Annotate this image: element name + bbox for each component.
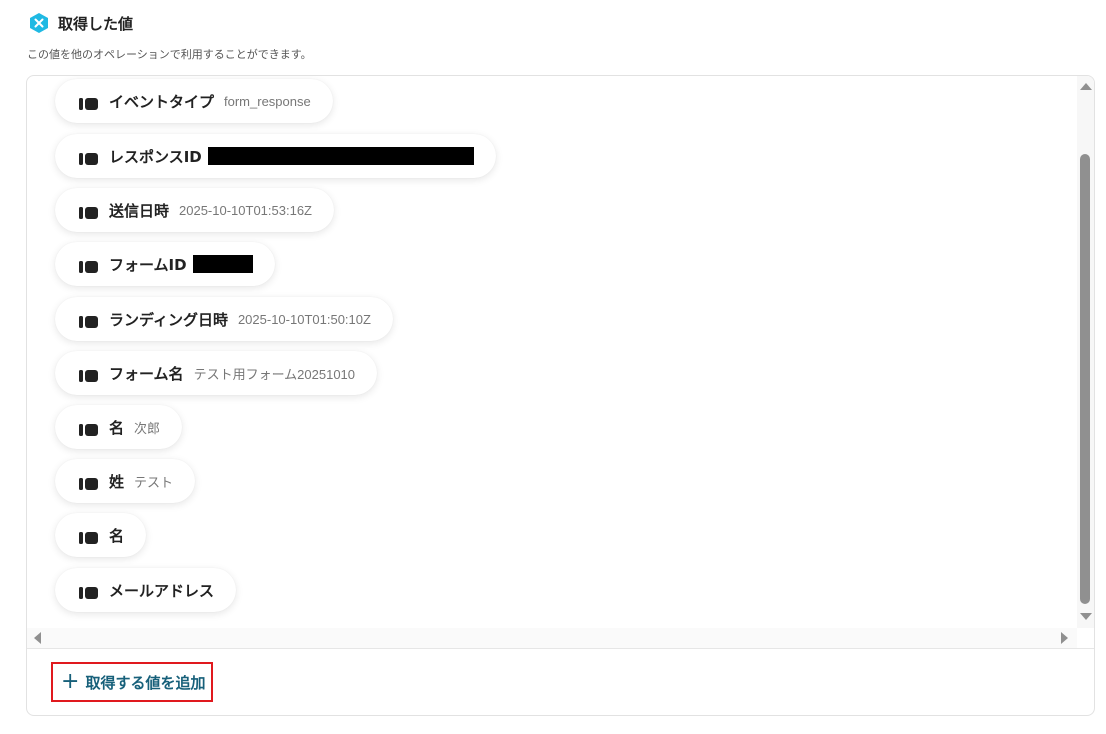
field-chip[interactable]: レスポンスID: [55, 134, 496, 178]
scroll-right-arrow-icon[interactable]: [1061, 632, 1068, 644]
field-tag-icon: [79, 258, 99, 273]
field-tag-icon: [79, 421, 99, 436]
field-value: テスト: [134, 474, 174, 490]
field-label: ランディング日時: [109, 310, 228, 329]
section-title: 取得した値: [58, 14, 134, 33]
field-value: 2025-10-10T01:50:10Z: [237, 311, 371, 327]
add-value-label: 取得する値を追加: [85, 673, 206, 692]
plus-icon: +: [61, 669, 80, 694]
field-chip[interactable]: 送信日時 2025-10-10T01:53:16Z: [55, 188, 334, 232]
field-chip[interactable]: 名 次郎: [55, 405, 183, 449]
field-tag-icon: [79, 150, 99, 165]
field-label: フォームID: [109, 255, 187, 274]
values-panel: イベントタイプ form_response レスポンスID 送信日時 2025-…: [26, 75, 1095, 716]
field-label: イベントタイプ: [109, 92, 215, 111]
field-value: 次郎: [134, 420, 161, 436]
field-tag-icon: [79, 367, 99, 382]
section-description: この値を他のオペレーションで利用することができます。: [27, 48, 312, 61]
field-label: 姓: [109, 472, 125, 491]
vertical-scrollbar[interactable]: [1077, 76, 1094, 628]
vertical-scroll-thumb[interactable]: [1080, 154, 1090, 604]
field-tag-icon: [79, 95, 99, 110]
field-tag-icon: [79, 584, 99, 599]
field-chip[interactable]: イベントタイプ form_response: [55, 79, 333, 123]
field-label: 名: [109, 418, 125, 437]
field-label: 送信日時: [109, 201, 170, 220]
section-header: 取得した値: [28, 12, 133, 34]
field-value: テスト用フォーム20251010: [193, 366, 356, 382]
field-tag-icon: [79, 204, 99, 219]
brand-logo-icon: [28, 12, 50, 34]
field-chip[interactable]: 名: [55, 513, 147, 557]
scroll-up-arrow-icon[interactable]: [1080, 83, 1092, 90]
field-label: レスポンスID: [109, 147, 202, 166]
field-label: フォーム名: [109, 364, 184, 383]
scroll-down-arrow-icon[interactable]: [1080, 613, 1092, 620]
field-value: form_response: [224, 93, 311, 109]
field-chip[interactable]: 姓 テスト: [55, 459, 196, 503]
scroll-left-arrow-icon[interactable]: [34, 632, 41, 644]
field-value: 2025-10-10T01:53:16Z: [179, 202, 312, 218]
field-tag-icon: [79, 313, 99, 328]
field-chip[interactable]: メールアドレス: [55, 568, 237, 612]
divider: [27, 648, 1094, 649]
horizontal-scrollbar[interactable]: [27, 628, 1077, 648]
field-chip[interactable]: フォームID: [55, 242, 275, 286]
field-tag-icon: [79, 475, 99, 490]
field-label: 名: [109, 526, 125, 545]
field-chip[interactable]: ランディング日時 2025-10-10T01:50:10Z: [55, 297, 393, 341]
values-scroll-area[interactable]: イベントタイプ form_response レスポンスID 送信日時 2025-…: [27, 76, 1094, 648]
redacted-value: [207, 147, 474, 165]
add-value-button[interactable]: + 取得する値を追加: [51, 662, 213, 702]
field-label: メールアドレス: [109, 581, 215, 600]
redacted-value: [192, 255, 253, 273]
field-chip[interactable]: フォーム名 テスト用フォーム20251010: [55, 351, 378, 395]
field-tag-icon: [79, 529, 99, 544]
